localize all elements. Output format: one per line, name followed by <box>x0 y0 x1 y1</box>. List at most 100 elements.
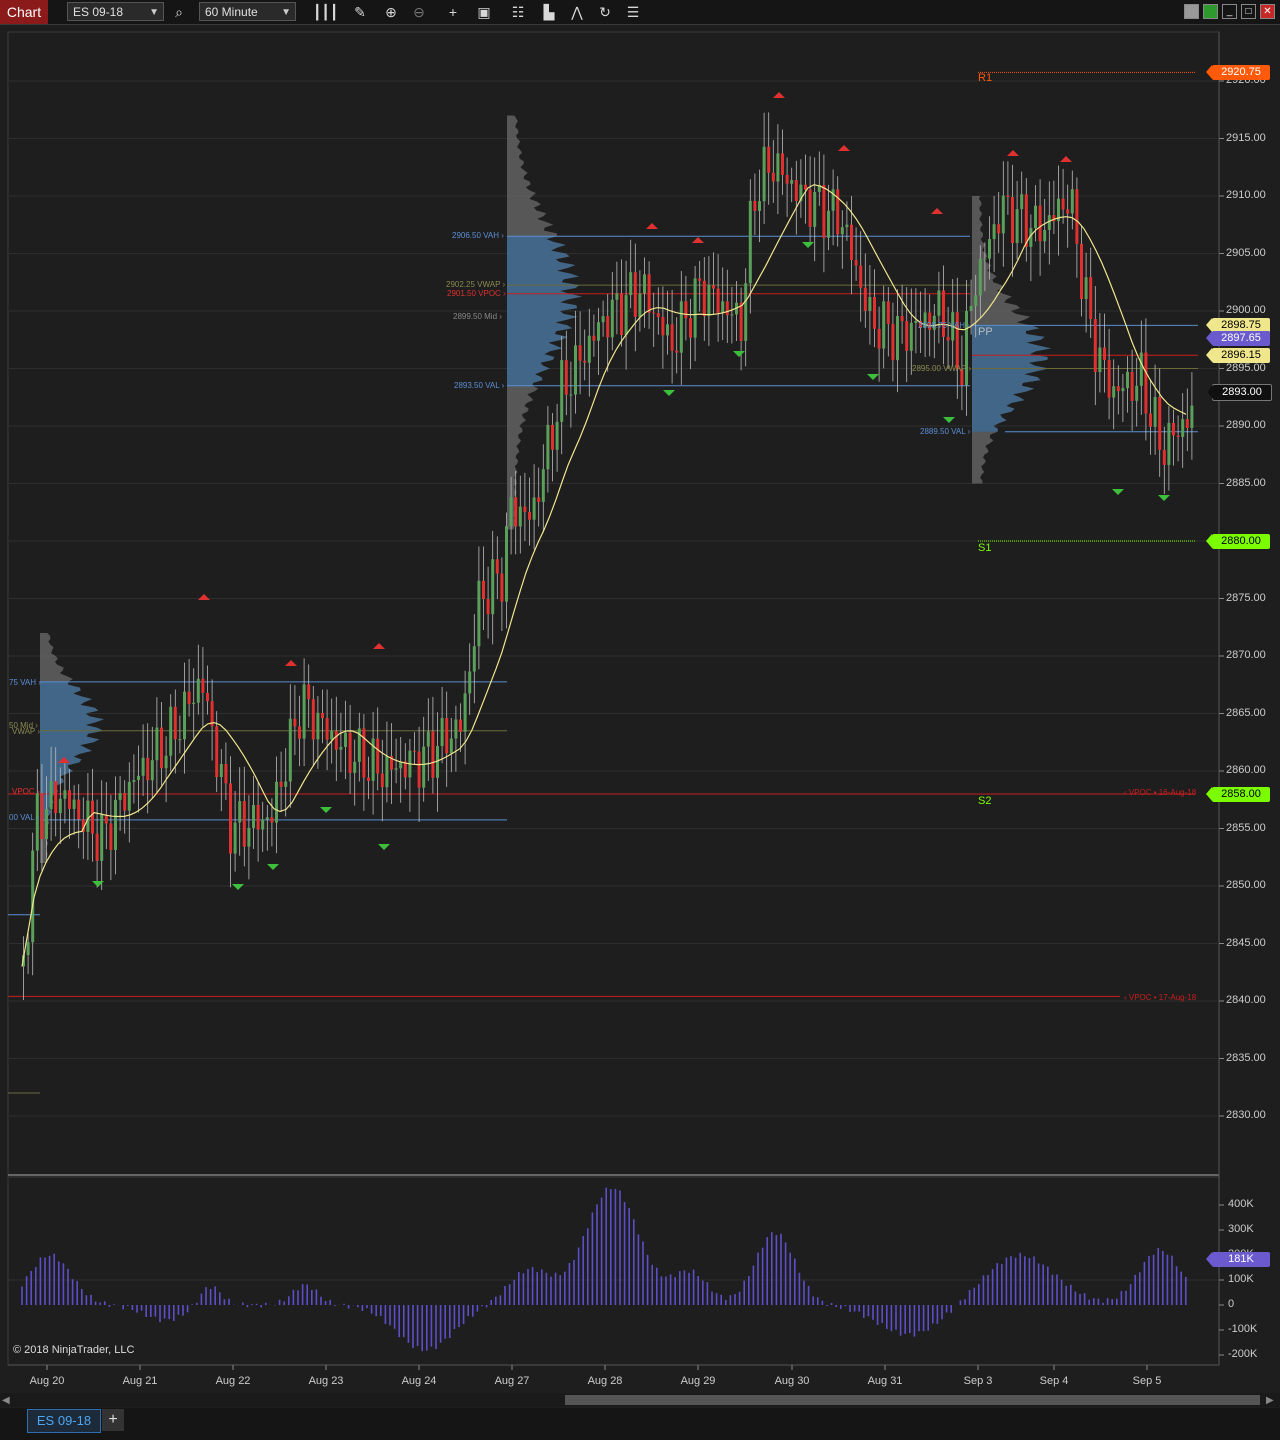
candle-body <box>440 717 444 747</box>
candle-body <box>449 738 453 754</box>
volume-panel-border <box>7 1176 1220 1366</box>
swing-high-marker <box>773 92 785 98</box>
candle-body <box>583 360 587 363</box>
candle-body <box>610 299 614 338</box>
candle-body <box>679 301 683 353</box>
add-tab-button[interactable]: + <box>102 1409 124 1431</box>
candle-body <box>477 580 481 647</box>
candle-body <box>1185 419 1189 428</box>
candle-body <box>123 793 127 811</box>
volume-profiles <box>40 115 1051 863</box>
candle-body <box>633 272 637 317</box>
scroll-thumb[interactable] <box>565 1395 1260 1405</box>
ema-line <box>21 184 1187 967</box>
price-tick-label: 2900.00 <box>1226 304 1266 316</box>
candle-body <box>1070 189 1074 214</box>
candle-body <box>1126 371 1129 389</box>
candle-body <box>620 293 623 336</box>
candle-body <box>983 258 987 260</box>
candle-body <box>137 775 140 781</box>
candle-body <box>445 717 449 754</box>
candle-body <box>698 278 702 281</box>
candle-body <box>859 265 863 288</box>
scroll-right-icon[interactable]: ▶ <box>1266 1395 1274 1406</box>
candle-body <box>643 274 646 294</box>
candle-body <box>288 718 292 782</box>
candle-body <box>1190 405 1194 428</box>
swing-high-marker <box>198 594 210 600</box>
candle-body <box>564 360 568 395</box>
horizontal-scrollbar[interactable]: ◀ ▶ <box>0 1393 1280 1407</box>
swing-low-marker <box>1158 495 1170 501</box>
tab-es-09-18[interactable]: ES 09-18 <box>27 1409 101 1433</box>
candle-body <box>367 777 370 781</box>
candle-body <box>937 290 941 316</box>
candle-body <box>196 678 200 703</box>
price-tag: 2893.00 <box>1207 384 1272 401</box>
candle-body <box>587 335 591 363</box>
candle-body <box>95 833 99 861</box>
candle-body <box>275 781 278 823</box>
candle-body <box>1130 371 1134 401</box>
candle-body <box>693 278 697 338</box>
swing-low-marker <box>802 242 814 248</box>
candle-body <box>900 316 904 322</box>
candle-body <box>164 755 168 769</box>
candle-body <box>624 295 628 336</box>
candle-body <box>1006 195 1010 198</box>
swing-high-marker <box>646 223 658 229</box>
price-chart[interactable] <box>0 0 1280 1440</box>
pivot-pp-label: PP <box>978 326 993 338</box>
val-left-label: 00 VAL › <box>9 813 40 822</box>
swing-low-marker <box>320 807 332 813</box>
candle-body <box>606 316 610 338</box>
candle-body <box>882 301 886 349</box>
candle-body <box>339 746 343 750</box>
price-tick-label: 2845.00 <box>1226 936 1266 949</box>
candle-body <box>532 497 536 520</box>
candle-body <box>992 224 996 240</box>
candle-body <box>1047 215 1051 230</box>
candle-body <box>854 259 858 266</box>
candle-body <box>1034 205 1037 229</box>
candle-body <box>482 580 485 600</box>
candle-body <box>45 809 48 840</box>
candle-body <box>201 678 205 693</box>
candle-body <box>150 760 154 781</box>
candle-body <box>325 718 329 740</box>
candle-body <box>72 799 76 809</box>
candle-body <box>762 146 766 202</box>
candle-body <box>114 799 117 850</box>
candle-body <box>909 322 913 351</box>
candle-body <box>1061 198 1065 210</box>
candle-body <box>1139 352 1143 386</box>
scroll-left-icon[interactable]: ◀ <box>2 1395 10 1406</box>
candle-body <box>311 699 315 740</box>
candle-body <box>307 684 311 700</box>
candle-body <box>261 819 265 830</box>
date-tick-label: Aug 30 <box>774 1375 810 1387</box>
date-tick-label: Aug 23 <box>308 1375 344 1387</box>
date-tick-label: Aug 31 <box>867 1375 903 1387</box>
price-tag: 2858.00 <box>1206 786 1270 802</box>
candle-body <box>348 732 352 773</box>
candlesticks <box>22 112 1194 1000</box>
candle-body <box>850 224 853 260</box>
date-tick-label: Aug 28 <box>587 1375 623 1387</box>
candle-body <box>767 146 771 173</box>
candle-body <box>505 526 508 602</box>
candle-body <box>192 702 196 704</box>
price-tick-label: 2895.00 <box>1226 361 1266 374</box>
candle-body <box>1020 194 1024 210</box>
price-tick-label: 2830.00 <box>1226 1109 1266 1121</box>
candle-body <box>77 799 81 820</box>
price-tag: 2920.75 <box>1206 64 1270 80</box>
candle-body <box>298 726 301 739</box>
candle-body <box>1176 435 1180 437</box>
price-tag: 2880.00 <box>1206 533 1270 549</box>
candle-body <box>160 727 163 769</box>
price-tick-label: 2905.00 <box>1226 246 1266 259</box>
volume-histogram <box>21 1187 1187 1352</box>
price-panel-border <box>7 31 1220 1176</box>
candle-body <box>868 296 872 311</box>
